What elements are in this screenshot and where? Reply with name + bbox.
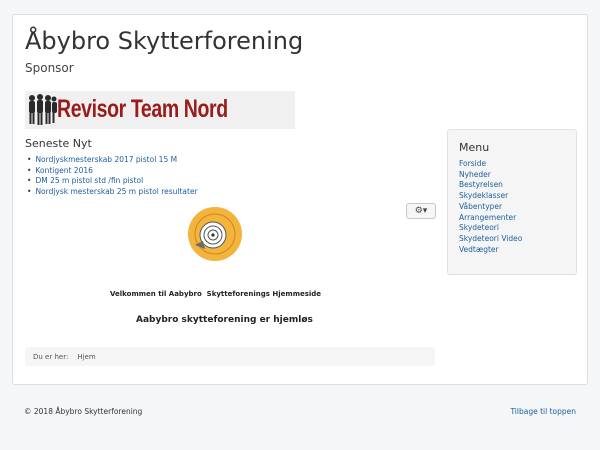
club-logo [188, 207, 242, 261]
news-link[interactable]: Nordjyskmesterskab 2017 pistol 15 M [27, 155, 198, 166]
back-to-top-link[interactable]: Tilbage til toppen [510, 407, 576, 416]
menu-item-arrangementer[interactable]: Arrangementer [459, 213, 522, 224]
breadcrumb: Du er her: Hjem [25, 347, 435, 366]
menu-item-skydeklasser[interactable]: Skydeklasser [459, 191, 522, 202]
welcome-text: Velkommen til Aabybro Skytteforenings Hj… [110, 290, 322, 298]
sponsor-label: Sponsor [25, 61, 74, 75]
sponsor-banner[interactable]: Revisor Team Nord [25, 91, 295, 129]
article-tools-button[interactable]: ⚙ ▾ [406, 203, 436, 219]
gear-icon: ⚙ [414, 206, 423, 216]
menu-item-bestyrelsen[interactable]: Bestyrelsen [459, 180, 522, 191]
homeless-notice: Aabybro skytteforening er hjemløs [136, 315, 313, 325]
chevron-down-icon: ▾ [422, 206, 428, 216]
menu-title: Menu [459, 141, 490, 154]
sponsor-banner-text: Revisor Team Nord [57, 95, 228, 123]
menu-item-vedtaegter[interactable]: Vedtægter [459, 245, 522, 256]
menu-item-forside[interactable]: Forside [459, 159, 522, 170]
menu-item-nyheder[interactable]: Nyheder [459, 170, 522, 181]
breadcrumb-home[interactable]: Hjem [77, 353, 95, 361]
news-link[interactable]: DM 25 m pistol std /fin pistol [27, 176, 198, 187]
footer-copyright: © 2018 Åbybro Skytterforening [24, 407, 143, 416]
news-link[interactable]: Kontigent 2016 [27, 166, 198, 177]
latest-news-title: Seneste Nyt [25, 137, 92, 150]
menu-item-vabentyper[interactable]: Våbentyper [459, 202, 522, 213]
news-link[interactable]: Nordjysk mesterskab 25 m pistol resultat… [27, 187, 197, 198]
menu-item-skydeteori[interactable]: Skydeteori [459, 223, 522, 234]
menu-item-skydeteori-video[interactable]: Skydeteori Video [459, 234, 522, 245]
menu-list: Forside Nyheder Bestyrelsen Skydeklasser… [459, 159, 522, 255]
sidebar-menu: Menu Forside Nyheder Bestyrelsen Skydekl… [447, 129, 577, 275]
site-title[interactable]: Åbybro Skytterforening [25, 27, 303, 55]
people-silhouettes-icon [29, 94, 57, 125]
main-container: Åbybro Skytterforening Sponsor Revisor T… [12, 14, 588, 385]
breadcrumb-label: Du er her: [33, 352, 69, 361]
latest-news-list: Nordjyskmesterskab 2017 pistol 15 M Kont… [27, 155, 198, 198]
